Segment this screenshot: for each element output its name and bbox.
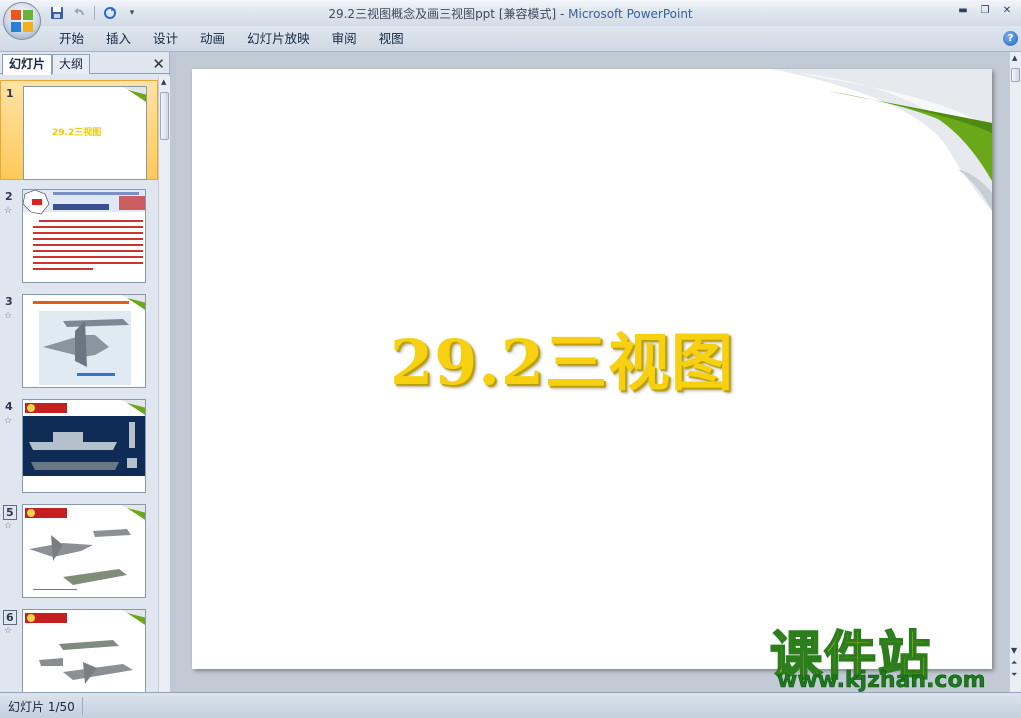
thumbnail-row[interactable]: 6 ☆ (0, 604, 158, 692)
slide-number: 3 (5, 295, 13, 308)
status-bar: 幻灯片 1/50 (0, 692, 1021, 718)
thumbnail-row[interactable]: 5 ☆ (0, 499, 158, 599)
slide-number: 1 (6, 87, 14, 100)
slide-number: 2 (5, 190, 13, 203)
office-logo-icon (11, 10, 33, 32)
previous-slide-icon[interactable]: ⏶ (1011, 658, 1017, 668)
office-button[interactable] (3, 2, 41, 40)
separator (82, 697, 83, 715)
tab-animations[interactable]: 动画 (189, 26, 236, 52)
scroll-thumb[interactable] (1011, 68, 1020, 82)
scroll-thumb[interactable] (160, 92, 169, 140)
scroll-up-icon[interactable]: ▲ (1012, 54, 1017, 62)
tab-insert[interactable]: 插入 (95, 26, 142, 52)
slide-thumbnail[interactable] (22, 189, 146, 283)
window-controls: ▬ ❐ ✕ (953, 2, 1017, 18)
animation-star-icon: ☆ (4, 416, 13, 426)
slide-number: 6 (3, 610, 17, 625)
tab-design[interactable]: 设计 (142, 26, 189, 52)
help-icon[interactable]: ? (1003, 31, 1018, 46)
slide-workspace: 29.2三视图 (176, 52, 1009, 692)
slide-thumbnail[interactable]: 29.2三视图 (23, 86, 147, 180)
close-icon[interactable]: ✕ (997, 2, 1017, 18)
tab-slides[interactable]: 幻灯片 (2, 54, 53, 75)
thumbnail-scrollbar[interactable]: ▲ (158, 76, 170, 692)
slide-counter: 幻灯片 1/50 (8, 700, 75, 714)
thumbnail-content (23, 190, 145, 270)
title-bar: ▾ 29.2三视图概念及画三视图ppt [兼容模式] - Microsoft P… (0, 0, 1021, 26)
animation-star-icon: ☆ (4, 521, 13, 531)
thumbnail-row[interactable]: 1 29.2三视图 (0, 80, 158, 180)
animation-star-icon: ☆ (4, 206, 13, 216)
app-name: Microsoft PowerPoint (568, 7, 693, 21)
tab-outline[interactable]: 大纲 (52, 54, 91, 74)
slide-title[interactable]: 29.2三视图 (390, 312, 734, 402)
tab-review[interactable]: 审阅 (321, 26, 368, 52)
slide-number: 4 (5, 400, 13, 413)
slides-pane: 幻灯片 大纲 ✕ 1 29.2三视图 2 ☆ 3 ☆ 4 ☆ 5 ☆ 6 ☆ ▲ (0, 52, 170, 692)
watermark-url: www.kjzhan.com (777, 668, 986, 694)
thumbnail-content (25, 610, 145, 684)
page-curl-decoration (772, 69, 992, 211)
animation-star-icon: ☆ (4, 311, 13, 321)
document-title: 29.2三视图概念及画三视图ppt [兼容模式] - (328, 7, 569, 21)
slide-thumbnail[interactable] (22, 609, 146, 692)
window-title: 29.2三视图概念及画三视图ppt [兼容模式] - Microsoft Pow… (0, 5, 1021, 22)
thumbnail-title: 29.2三视图 (52, 128, 102, 138)
scroll-up-icon[interactable]: ▲ (161, 78, 166, 86)
slide-thumbnail[interactable] (22, 504, 146, 598)
thumbnail-list: 1 29.2三视图 2 ☆ 3 ☆ 4 ☆ 5 ☆ 6 ☆ (0, 76, 158, 692)
thumbnail-row[interactable]: 3 ☆ (0, 289, 158, 389)
slide-number: 5 (3, 505, 17, 520)
thumbnail-content (25, 505, 145, 590)
slide-thumbnail[interactable] (22, 399, 146, 493)
thumbnail-content (33, 295, 145, 385)
minimize-icon[interactable]: ▬ (953, 2, 973, 18)
ribbon-tabs: 开始 插入 设计 动画 幻灯片放映 审阅 视图 (48, 26, 415, 52)
slide-canvas[interactable]: 29.2三视图 (192, 69, 992, 669)
tab-home[interactable]: 开始 (48, 26, 95, 52)
slide-thumbnail[interactable] (22, 294, 146, 388)
pane-tabs: 幻灯片 大纲 ✕ (0, 52, 170, 75)
tab-slideshow[interactable]: 幻灯片放映 (236, 26, 321, 52)
ribbon-tab-bar: 开始 插入 设计 动画 幻灯片放映 审阅 视图 ? (0, 26, 1021, 52)
scroll-down-icon[interactable]: ▼ (1011, 646, 1017, 655)
next-slide-icon[interactable]: ⏷ (1011, 670, 1017, 680)
close-pane-icon[interactable]: ✕ (152, 55, 165, 73)
tab-view[interactable]: 视图 (368, 26, 415, 52)
thumbnail-row[interactable]: 4 ☆ (0, 394, 158, 494)
slide-scrollbar[interactable]: ▲ ▼ ⏶ ⏷ (1009, 52, 1021, 692)
thumbnail-content (23, 400, 145, 476)
animation-star-icon: ☆ (4, 626, 13, 636)
restore-icon[interactable]: ❐ (975, 2, 995, 18)
thumbnail-row[interactable]: 2 ☆ (0, 184, 158, 284)
